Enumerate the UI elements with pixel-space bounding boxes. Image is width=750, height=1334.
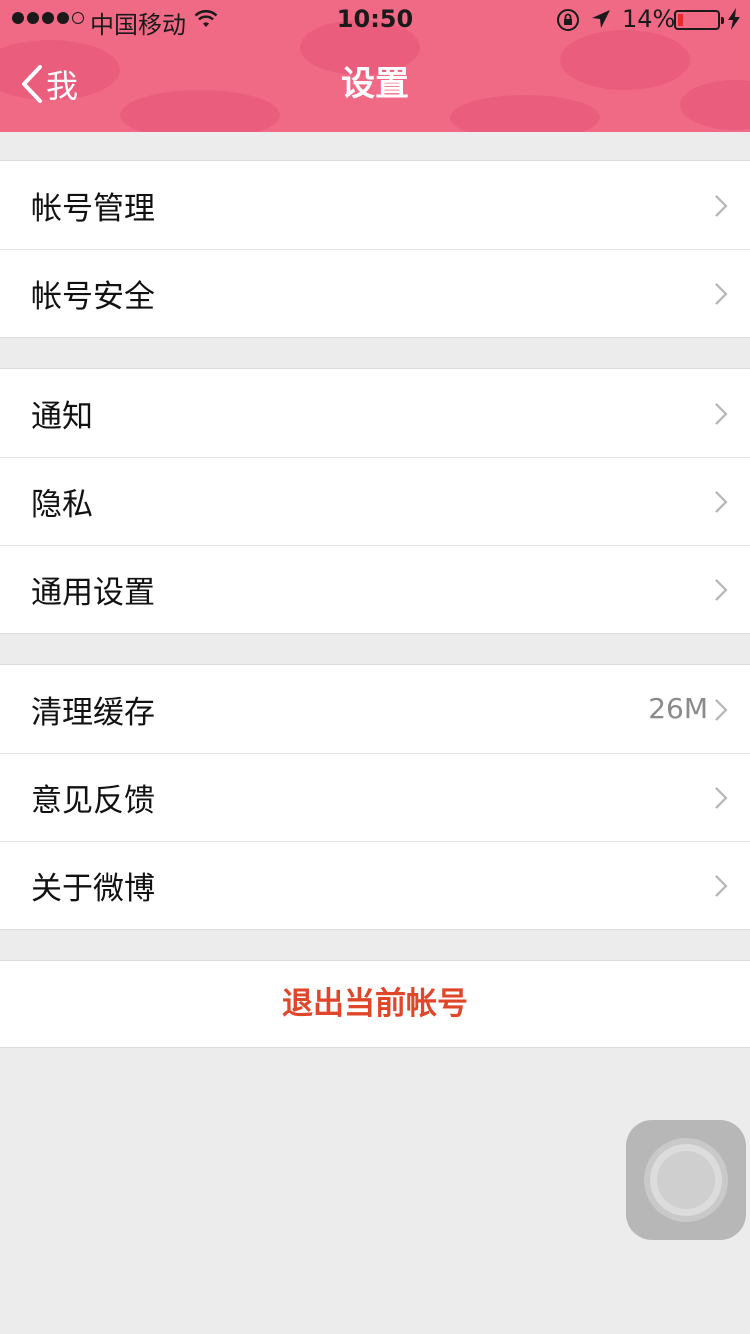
settings-row-account-management[interactable]: 帐号管理 [0,161,750,249]
settings-row-general-settings[interactable]: 通用设置 [0,545,750,633]
battery-level [678,14,683,26]
status-bar: 中国移动 10:50 14% [0,0,750,40]
settings-row-privacy[interactable]: 隐私 [0,457,750,545]
settings-row-account-security[interactable]: 帐号安全 [0,249,750,337]
chevron-right-icon [715,787,728,809]
row-label: 通用设置 [31,574,155,611]
row-label: 关于微博 [31,870,155,907]
page-title: 设置 [341,64,409,104]
row-label: 清理缓存 [31,694,155,731]
chevron-right-icon [715,579,728,601]
row-label: 帐号管理 [31,190,155,227]
cache-size-value: 26M [648,692,708,725]
header: 中国移动 10:50 14% 我 设置 [0,0,750,132]
settings-group-misc: 清理缓存 26M 意见反馈 关于微博 [0,664,750,930]
location-arrow-icon [590,8,612,36]
battery-icon [674,10,724,30]
battery-percent: 14% [622,5,676,33]
chevron-right-icon [715,403,728,425]
chevron-right-icon [715,699,728,721]
chevron-right-icon [715,283,728,305]
rotation-lock-icon [556,8,580,38]
settings-row-feedback[interactable]: 意见反馈 [0,753,750,841]
charging-bolt-icon [727,8,741,36]
assistive-core [657,1151,715,1209]
chevron-right-icon [715,195,728,217]
settings-group-general: 通知 隐私 通用设置 [0,368,750,634]
chevron-right-icon [715,491,728,513]
settings-group-account: 帐号管理 帐号安全 [0,160,750,338]
settings-row-notifications[interactable]: 通知 [0,369,750,457]
settings-row-about[interactable]: 关于微博 [0,841,750,929]
assistive-touch-icon[interactable] [626,1120,746,1240]
row-label: 意见反馈 [31,782,155,819]
chevron-right-icon [715,875,728,897]
row-label: 隐私 [31,486,93,523]
row-label: 通知 [31,398,93,435]
logout-button[interactable]: 退出当前帐号 [0,960,750,1048]
row-label: 帐号安全 [31,278,155,315]
settings-row-clear-cache[interactable]: 清理缓存 26M [0,665,750,753]
